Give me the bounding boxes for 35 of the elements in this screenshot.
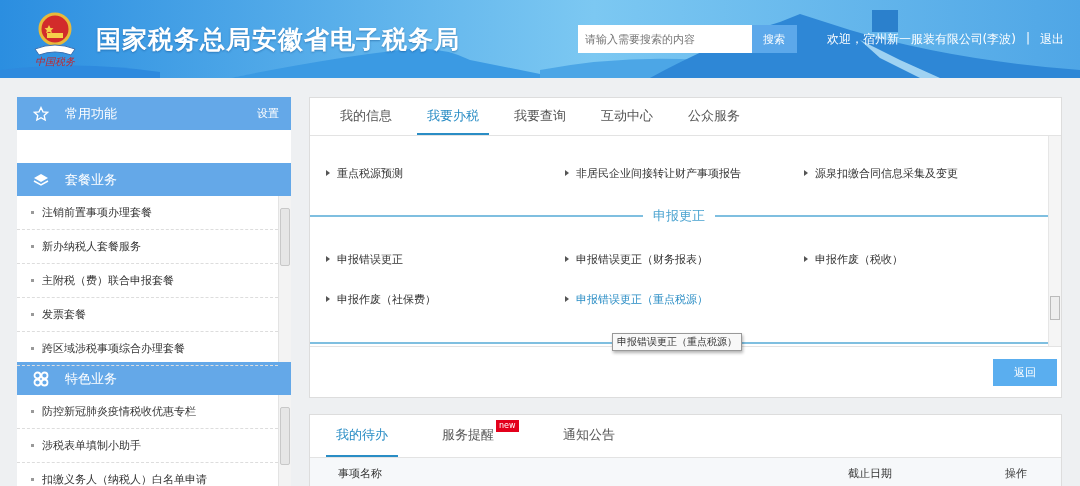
- nav-tab[interactable]: 我的信息: [330, 98, 402, 135]
- search-field[interactable]: 请输入需要搜索的内容: [577, 25, 752, 53]
- nav-tab[interactable]: 公众服务: [678, 98, 750, 135]
- group-heading: 申报更正: [653, 207, 705, 225]
- nav-tab[interactable]: 互动中心: [591, 98, 663, 135]
- scrollbar[interactable]: [278, 395, 291, 486]
- site-title: 国家税务总局安徽省电子税务局: [96, 23, 460, 56]
- service-link[interactable]: 申报错误更正（财务报表）: [565, 239, 804, 279]
- clover-icon: [33, 370, 49, 387]
- service-link[interactable]: 非居民企业间接转让财产事项报告: [565, 153, 804, 193]
- tooltip: 申报错误更正（重点税源）: [612, 333, 742, 351]
- column-header: 操作: [1005, 466, 1028, 482]
- welcome-text: 欢迎，宿州新一服装有限公司(李波): [826, 30, 1016, 48]
- section-title: 套餐业务: [65, 170, 117, 189]
- star-icon: [33, 105, 49, 122]
- new-badge: new: [496, 420, 519, 432]
- scrollbar[interactable]: [278, 196, 291, 362]
- nav-tab[interactable]: 我要查询: [504, 98, 576, 135]
- column-header: 事项名称: [338, 466, 383, 482]
- layers-icon: [33, 171, 49, 188]
- service-link[interactable]: 申报错误更正（重点税源）: [565, 279, 804, 319]
- section-title: 常用功能: [65, 104, 117, 123]
- service-link[interactable]: 重点税源预测: [326, 153, 565, 193]
- nav-tab[interactable]: 我要办税: [417, 98, 489, 135]
- service-link[interactable]: 申报错误更正: [326, 239, 565, 279]
- emblem-icon: [31, 11, 79, 57]
- scrollbar[interactable]: [1048, 136, 1061, 346]
- service-link[interactable]: 源泉扣缴合同信息采集及变更: [804, 153, 1043, 193]
- service-link[interactable]: 申报作废（税收）: [804, 239, 1043, 279]
- logo-caption: 中国税务: [35, 57, 75, 67]
- service-link[interactable]: 申报作废（社保费）: [326, 279, 565, 319]
- tab[interactable]: 通知公告: [552, 415, 625, 457]
- separator: |: [1025, 30, 1030, 47]
- section-title: 特色业务: [65, 369, 117, 388]
- column-header: 截止日期: [848, 466, 893, 482]
